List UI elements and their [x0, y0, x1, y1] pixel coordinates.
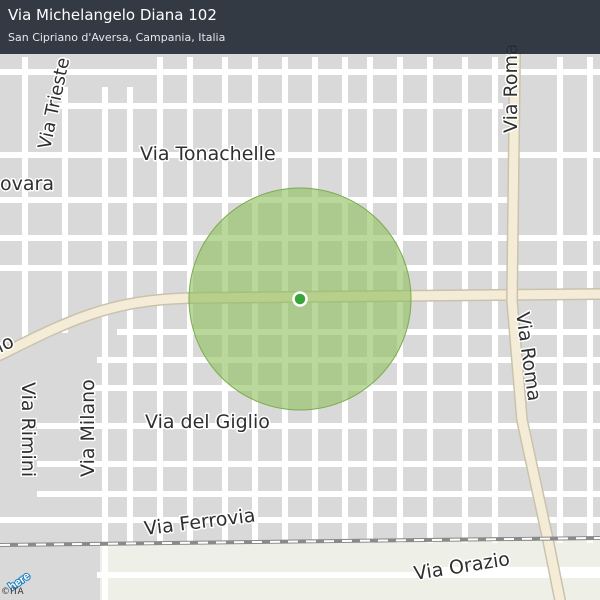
street-label-via-milano: Via Milano [77, 379, 99, 477]
street-label-via-rimini: Via Rimini [17, 382, 39, 477]
location-pin-icon[interactable] [292, 291, 308, 307]
map-canvas[interactable]: Via Trieste Via Tonachelle Via Roma ovar… [0, 0, 600, 600]
address-subtitle: San Cipriano d'Aversa, Campania, Italia [8, 31, 226, 44]
street-label-via-novara: ovara [0, 173, 54, 195]
street-label-via-tonachelle: Via Tonachelle [140, 143, 276, 165]
location-header: Via Michelangelo Diana 102 San Cipriano … [0, 0, 600, 54]
copyright-text: ©ITA [1, 587, 24, 597]
street-label-via-roma-north: Via Roma [500, 43, 522, 133]
address-title: Via Michelangelo Diana 102 [8, 6, 217, 24]
street-label-via-del-giglio: Via del Giglio [145, 411, 270, 433]
